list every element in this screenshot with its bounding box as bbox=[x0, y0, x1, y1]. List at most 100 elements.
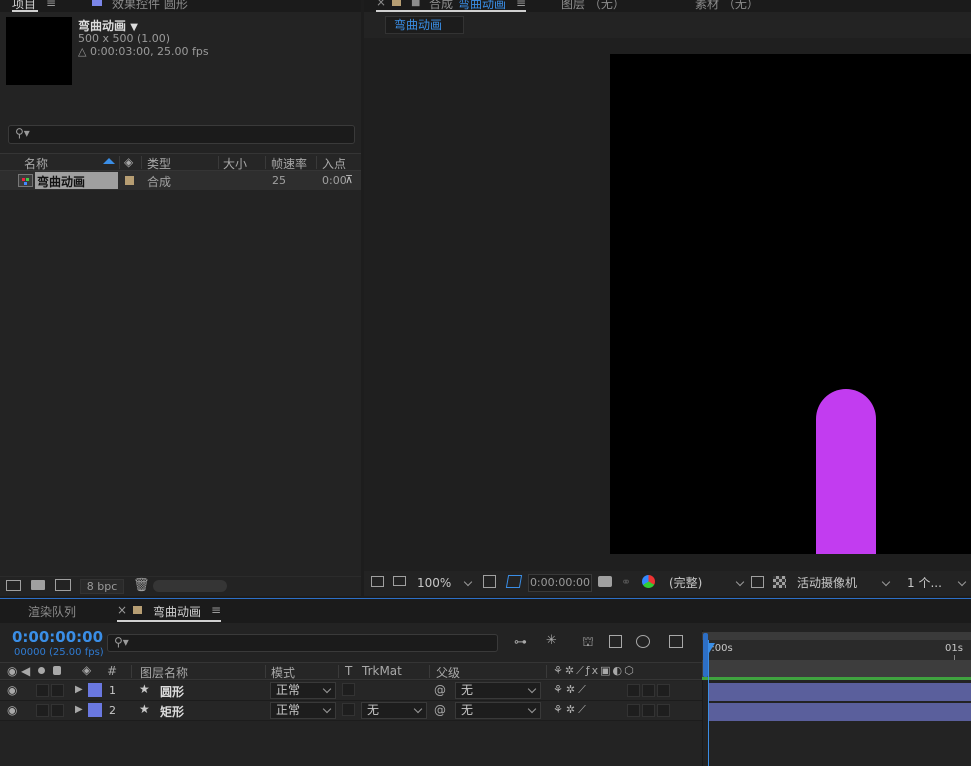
col-mode[interactable]: 模式 bbox=[271, 664, 295, 681]
project-item-row[interactable]: 弯曲动画 合成 25 0:00 ⊼ bbox=[0, 171, 361, 190]
pick-whip-icon[interactable]: @ bbox=[434, 703, 446, 717]
current-time-display[interactable]: 0:00:00:00 bbox=[12, 628, 103, 646]
col-parent[interactable]: 父级 bbox=[436, 664, 460, 681]
interpret-footage-icon[interactable] bbox=[6, 580, 21, 591]
always-preview-icon[interactable] bbox=[371, 576, 384, 587]
blend-mode-dropdown[interactable]: 正常 bbox=[270, 702, 336, 719]
color-channels-icon[interactable] bbox=[642, 575, 655, 588]
switch-box[interactable] bbox=[642, 704, 655, 717]
layer-row[interactable]: ◉ ▶ 2 ★ 矩形 正常 无 @ 无 ⚘✲⟋ bbox=[0, 701, 702, 721]
blend-mode-dropdown[interactable]: 正常 bbox=[270, 682, 336, 699]
shy-layers-icon[interactable]: ⛫ bbox=[582, 635, 594, 652]
col-trkmat[interactable]: TrkMat bbox=[362, 664, 402, 678]
preserve-transparency-toggle[interactable] bbox=[342, 703, 355, 716]
lock-icon[interactable]: ■ bbox=[411, 0, 420, 8]
graph-editor-icon[interactable] bbox=[669, 635, 683, 648]
timeline-search-input[interactable]: ⚲▾ bbox=[107, 634, 498, 652]
resolution-dropdown[interactable]: (完整) bbox=[669, 574, 745, 592]
preserve-transparency-toggle[interactable] bbox=[342, 683, 355, 696]
col-type[interactable]: 类型 bbox=[147, 155, 171, 172]
close-icon[interactable]: × bbox=[117, 603, 127, 617]
tab-render-queue[interactable]: 渲染队列 bbox=[28, 603, 76, 620]
work-area-bar[interactable] bbox=[702, 632, 971, 640]
horizontal-scrollbar[interactable] bbox=[153, 580, 227, 592]
switch-box[interactable] bbox=[657, 704, 670, 717]
layer-name[interactable]: 矩形 bbox=[160, 703, 184, 720]
col-fps[interactable]: 帧速率 bbox=[271, 155, 307, 172]
motion-blur-icon[interactable] bbox=[636, 635, 650, 648]
mask-visibility-icon[interactable] bbox=[505, 575, 523, 588]
expand-triangle-icon[interactable]: ▶ bbox=[75, 704, 83, 715]
draft-3d-icon[interactable]: ✳ bbox=[546, 633, 557, 648]
work-area-start-handle[interactable] bbox=[703, 633, 708, 677]
eye-icon[interactable]: ◉ bbox=[7, 664, 17, 678]
comp-breadcrumb[interactable]: 弯曲动画 bbox=[385, 16, 464, 34]
safe-margins-icon[interactable] bbox=[483, 575, 496, 588]
tab-footage[interactable]: 素材 （无） bbox=[695, 0, 759, 12]
layer-switches[interactable]: ⚘✲⟋ bbox=[553, 703, 589, 717]
tab-menu-icon[interactable]: ≡ bbox=[46, 0, 56, 10]
eye-icon[interactable]: ◉ bbox=[7, 683, 17, 697]
pick-whip-icon[interactable]: @ bbox=[434, 683, 446, 697]
current-time-field[interactable]: 0:00:00:00 bbox=[528, 574, 592, 592]
tab-effect-controls[interactable]: 效果控件 圆形 bbox=[112, 0, 188, 12]
lock-toggle[interactable] bbox=[51, 684, 64, 697]
audio-toggle[interactable] bbox=[36, 704, 49, 717]
comp-flowchart-icon[interactable]: ⊶ bbox=[514, 635, 527, 650]
layer-label-color[interactable] bbox=[88, 703, 102, 717]
composition-canvas[interactable] bbox=[610, 54, 971, 554]
col-size[interactable]: 大小 bbox=[223, 155, 247, 172]
sort-ascending-icon[interactable] bbox=[103, 158, 115, 164]
close-icon[interactable]: × bbox=[376, 0, 386, 9]
time-ruler[interactable]: 0:00s 01s bbox=[702, 640, 971, 660]
project-search-input[interactable]: ⚲▾ bbox=[8, 125, 355, 144]
layer-switches[interactable]: ⚘✲⟋ bbox=[553, 683, 589, 697]
show-snapshot-icon[interactable]: ⚭ bbox=[621, 575, 631, 589]
solo-icon[interactable] bbox=[38, 667, 45, 674]
trkmat-dropdown[interactable]: 无 bbox=[361, 702, 427, 719]
lock-toggle[interactable] bbox=[51, 704, 64, 717]
trash-icon[interactable]: 🗑 bbox=[133, 578, 150, 593]
switch-box[interactable] bbox=[627, 704, 640, 717]
col-in-point[interactable]: 入点 bbox=[322, 155, 346, 172]
lock-icon[interactable] bbox=[53, 666, 61, 675]
bpc-button[interactable]: 8 bpc bbox=[80, 579, 124, 594]
region-of-interest-icon[interactable] bbox=[751, 576, 764, 588]
camera-snapshot-icon[interactable] bbox=[598, 576, 612, 587]
camera-dropdown[interactable]: 活动摄像机 bbox=[797, 574, 891, 592]
shape-layer-pill[interactable] bbox=[816, 389, 876, 554]
frame-blending-icon[interactable] bbox=[609, 635, 622, 648]
switch-box[interactable] bbox=[627, 684, 640, 697]
layer-duration-bar[interactable] bbox=[708, 683, 971, 701]
col-layer-name[interactable]: 图层名称 bbox=[140, 664, 188, 681]
label-tag-icon[interactable]: ◈ bbox=[82, 663, 91, 677]
monitor-icon[interactable] bbox=[393, 576, 406, 586]
tab-layer[interactable]: 图层 （无） bbox=[561, 0, 625, 12]
new-folder-icon[interactable] bbox=[31, 580, 45, 590]
zoom-dropdown[interactable]: 100% bbox=[417, 574, 473, 592]
layer-duration-bar[interactable] bbox=[708, 703, 971, 721]
new-composition-icon[interactable] bbox=[55, 579, 71, 591]
expand-triangle-icon[interactable]: ▶ bbox=[75, 684, 83, 695]
tab-menu-icon[interactable]: ≡ bbox=[516, 0, 526, 10]
flowchart-icon[interactable]: ⊼ bbox=[345, 173, 353, 186]
layer-row[interactable]: ◉ ▶ 1 ★ 圆形 正常 @ 无 ⚘✲⟋ bbox=[0, 681, 702, 701]
eye-icon[interactable]: ◉ bbox=[7, 703, 17, 717]
tab-timeline-comp[interactable]: 弯曲动画 bbox=[153, 603, 201, 620]
tab-menu-icon[interactable]: ≡ bbox=[211, 603, 221, 617]
views-dropdown[interactable]: 1 个... bbox=[907, 574, 969, 592]
layer-name[interactable]: 圆形 bbox=[160, 683, 184, 700]
layer-label-color[interactable] bbox=[88, 683, 102, 697]
label-tag-icon[interactable]: ◈ bbox=[124, 155, 133, 169]
label-color-swatch[interactable] bbox=[125, 176, 134, 185]
project-tab-bar: 项目 ≡ 效果控件 圆形 bbox=[0, 0, 361, 12]
parent-dropdown[interactable]: 无 bbox=[455, 702, 541, 719]
item-name[interactable]: 弯曲动画 bbox=[37, 173, 85, 190]
parent-dropdown[interactable]: 无 bbox=[455, 682, 541, 699]
switch-box[interactable] bbox=[642, 684, 655, 697]
audio-toggle[interactable] bbox=[36, 684, 49, 697]
switch-box[interactable] bbox=[657, 684, 670, 697]
col-name[interactable]: 名称 bbox=[24, 155, 48, 172]
transparency-grid-icon[interactable] bbox=[773, 576, 786, 588]
audio-icon[interactable]: ◀ bbox=[21, 664, 30, 678]
